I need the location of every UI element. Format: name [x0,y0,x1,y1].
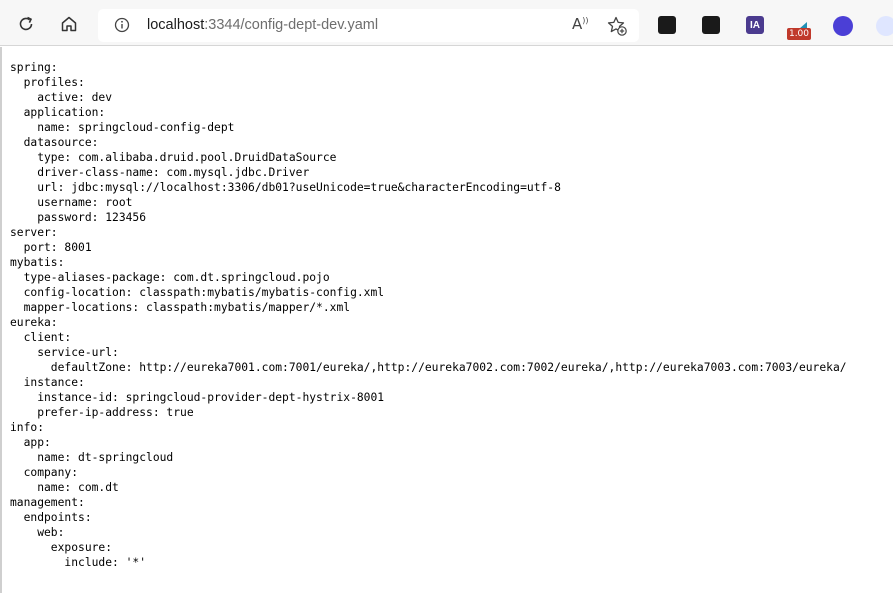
address-bar[interactable]: localhost:3344/config-dept-dev.yaml A)) [98,9,639,42]
url-path: :3344/config-dept-dev.yaml [204,17,379,33]
extension-tampermonkey-icon[interactable] [702,16,720,34]
reload-icon [19,16,33,31]
extension-speed-badge: 1.00 [787,28,811,40]
add-favorite-icon[interactable] [606,15,628,37]
browser-toolbar: localhost:3344/config-dept-dev.yaml A)) … [0,0,893,46]
page-content: spring: profiles: active: dev applicatio… [0,47,893,593]
home-button[interactable] [56,11,82,37]
extension-s-icon[interactable] [833,16,853,36]
home-icon [61,16,77,32]
read-aloud-icon[interactable]: A)) [572,15,592,35]
extension-l-icon[interactable] [658,16,676,34]
extension-search-icon[interactable] [876,16,893,36]
yaml-document-text: spring: profiles: active: dev applicatio… [10,61,847,569]
reload-button[interactable] [13,11,39,37]
url-host: localhost [147,17,205,33]
url-text[interactable]: localhost:3344/config-dept-dev.yaml [147,17,378,33]
extension-ia-label: IA [750,19,760,31]
read-aloud-glyph: A [572,15,583,33]
extension-ia-icon[interactable]: IA [746,16,764,34]
info-icon[interactable] [114,17,130,33]
